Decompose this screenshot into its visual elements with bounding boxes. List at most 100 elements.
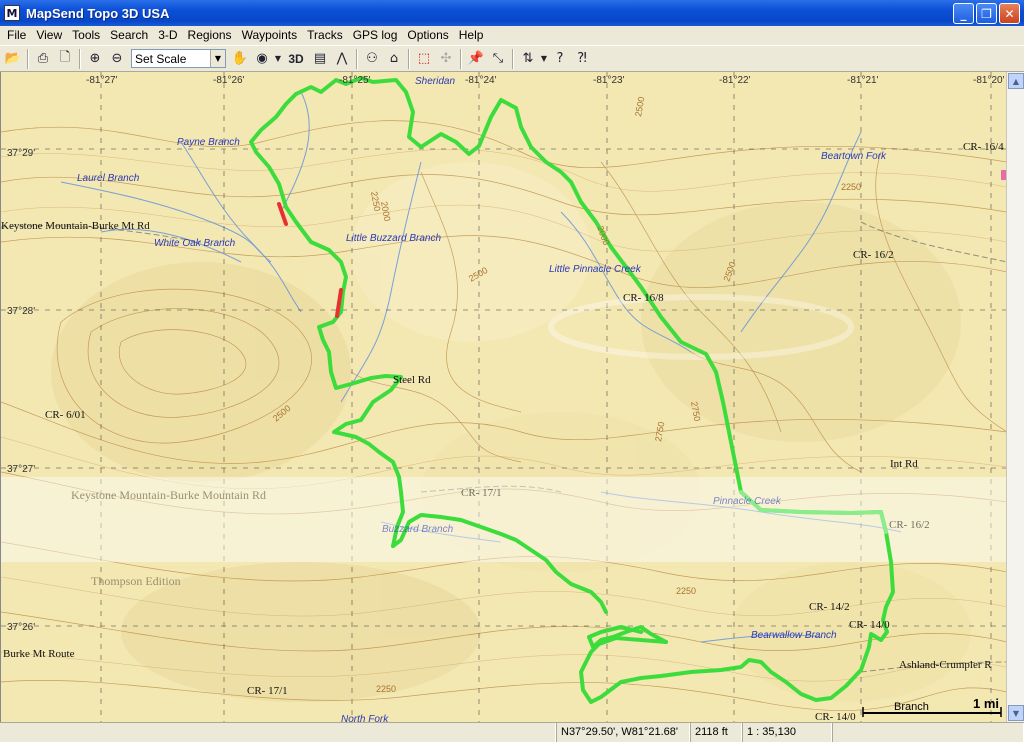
lon-tick: -81°23' <box>593 75 625 86</box>
lat-tick: 37°26' <box>7 622 35 633</box>
scroll-up-arrow[interactable]: ▲ <box>1008 73 1024 89</box>
menu-waypoints[interactable]: Waypoints <box>237 26 303 45</box>
route-icon[interactable]: ⤡ <box>487 48 509 70</box>
menu-options[interactable]: Options <box>402 26 453 45</box>
watermark-line: Keystone Mountain-Burke Mountain Rd <box>71 488 266 502</box>
toolbar-separator <box>27 48 29 69</box>
close-button[interactable]: ✕ <box>999 3 1020 24</box>
road-label: Steel Rd <box>393 374 431 386</box>
scroll-down-arrow[interactable]: ▼ <box>1008 705 1024 721</box>
stream-label: Laurel Branch <box>77 173 140 184</box>
scale-dropdown-value: Set Scale <box>135 51 187 66</box>
toolbar-separator <box>408 48 410 69</box>
road-label: Int Rd <box>890 458 918 470</box>
road-label: CR- 17/1 <box>461 487 502 499</box>
menu-search[interactable]: Search <box>105 26 153 45</box>
menu-help[interactable]: Help <box>454 26 489 45</box>
lon-tick: -81°25' <box>339 75 371 86</box>
lon-tick: -81°27' <box>86 75 118 86</box>
road-label: CR- 14/0 <box>849 619 890 631</box>
stream-label: Buzzard Branch <box>382 524 454 535</box>
stream-label: White Oak Branch <box>154 238 236 249</box>
lon-tick: -81°20' <box>973 75 1005 86</box>
menu-gps-log[interactable]: GPS log <box>348 26 403 45</box>
scale-bar-label: 1 mi <box>973 696 999 711</box>
menu-view[interactable]: View <box>31 26 67 45</box>
cursor-elevation: 2118 ft <box>690 723 742 742</box>
window-title: MapSend Topo 3D USA <box>26 5 170 21</box>
menu-tools[interactable]: Tools <box>67 26 105 45</box>
zoom-out-icon[interactable]: ⊖ <box>106 48 128 70</box>
menu-file[interactable]: File <box>2 26 31 45</box>
road-label: Ashland-Crumpler R <box>899 659 992 671</box>
print-icon[interactable]: ⎙ <box>32 48 54 70</box>
open-folder-icon[interactable]: 📂 <box>2 48 24 70</box>
minimize-button[interactable]: _ <box>953 3 974 24</box>
topo-map-view[interactable]: -81°27' -81°26' -81°25' -81°24' -81°23' … <box>0 72 1006 722</box>
restore-button[interactable]: ❐ <box>976 3 997 24</box>
toolbar-separator <box>512 48 514 69</box>
road-label: CR- 17/1 <box>247 685 288 697</box>
menu-bar: File View Tools Search 3-D Regions Waypo… <box>0 26 1024 45</box>
context-help-icon[interactable]: ⁈ <box>571 48 593 70</box>
3d-view-button[interactable]: 3D <box>283 48 309 70</box>
stream-label: Pinnacle Creek <box>713 496 782 507</box>
help-icon[interactable]: ? <box>549 48 571 70</box>
waypoint-pin-icon[interactable]: 📌 <box>465 48 487 70</box>
contour-label: 2250 <box>676 586 696 596</box>
road-label: Burke Mt Route <box>3 648 75 660</box>
map-vertical-scrollbar[interactable]: ▲ ▼ <box>1006 72 1024 722</box>
stream-label: North Fork <box>341 714 389 722</box>
stream-label: Bearwallow Branch <box>751 630 837 641</box>
app-icon[interactable]: M <box>4 5 20 21</box>
status-message <box>0 723 556 742</box>
stream-label: Little Pinnacle Creek <box>549 264 642 275</box>
status-empty <box>832 723 1024 742</box>
menu-regions[interactable]: Regions <box>183 26 237 45</box>
chevron-down-icon: ▼ <box>210 50 225 67</box>
zoom-in-icon[interactable]: ⊕ <box>84 48 106 70</box>
road-label: CR- 6/01 <box>45 409 86 421</box>
lon-tick: -81°26' <box>213 75 245 86</box>
binoculars-icon[interactable]: ⚇ <box>361 48 383 70</box>
stream-label: Payne Branch <box>177 137 240 148</box>
menu-tracks[interactable]: Tracks <box>302 26 348 45</box>
toolbar: 📂 ⎙ 🗋 ⊕ ⊖ Set Scale ▼ ✋ ◉ ▼ 3D ▤ ⋀ ⚇ ⌂ ⬚… <box>0 45 1024 72</box>
stream-label: Little Buzzard Branch <box>346 233 441 244</box>
title-bar: M MapSend Topo 3D USA _ ❐ ✕ <box>0 0 1024 26</box>
lon-tick: -81°22' <box>719 75 751 86</box>
region-tool-icon[interactable]: ✣ <box>435 48 457 70</box>
road-label: CR- 14/2 <box>809 601 850 613</box>
home-icon[interactable]: ⌂ <box>383 48 405 70</box>
pan-hand-icon[interactable]: ✋ <box>229 48 251 70</box>
contour-label: 2250 <box>841 182 861 192</box>
road-label: Keystone Mountain-Burke Mt Rd <box>1 220 150 232</box>
stream-label: Branch <box>894 701 929 713</box>
window-controls: _ ❐ ✕ <box>953 3 1020 24</box>
toolbar-separator <box>356 48 358 69</box>
globe-dropdown-icon[interactable]: ▼ <box>273 48 283 70</box>
menu-3d[interactable]: 3-D <box>153 26 182 45</box>
lat-tick: 37°27' <box>7 464 35 475</box>
gps-transfer-icon[interactable]: ⇅ <box>517 48 539 70</box>
gps-dropdown-icon[interactable]: ▼ <box>539 48 549 70</box>
scale-dropdown[interactable]: Set Scale ▼ <box>131 49 226 68</box>
road-label: CR- 16/8 <box>623 292 664 304</box>
map-canvas[interactable]: -81°27' -81°26' -81°25' -81°24' -81°23' … <box>1 72 1006 722</box>
lat-tick: 37°28' <box>7 306 35 317</box>
toolbar-separator <box>460 48 462 69</box>
status-bar: N37°29.50', W81°21.68' 2118 ft 1 : 35,13… <box>0 722 1024 742</box>
stream-label: Beartown Fork <box>821 151 887 162</box>
print-preview-icon[interactable]: 🗋 <box>54 48 76 70</box>
elevation-profile-icon[interactable]: ▤ <box>309 48 331 70</box>
cursor-coordinates: N37°29.50', W81°21.68' <box>556 723 690 742</box>
contour-label: 2250 <box>376 684 396 694</box>
select-region-icon[interactable]: ⬚ <box>413 48 435 70</box>
map-scale-readout: 1 : 35,130 <box>742 723 832 742</box>
measure-icon[interactable]: ⋀ <box>331 48 353 70</box>
lon-tick: -81°21' <box>847 75 879 86</box>
globe-icon[interactable]: ◉ <box>251 48 273 70</box>
lon-tick: -81°24' <box>465 75 497 86</box>
road-label: CR- 14/0 <box>815 711 856 722</box>
road-label: CR- 16/4 <box>963 141 1004 153</box>
